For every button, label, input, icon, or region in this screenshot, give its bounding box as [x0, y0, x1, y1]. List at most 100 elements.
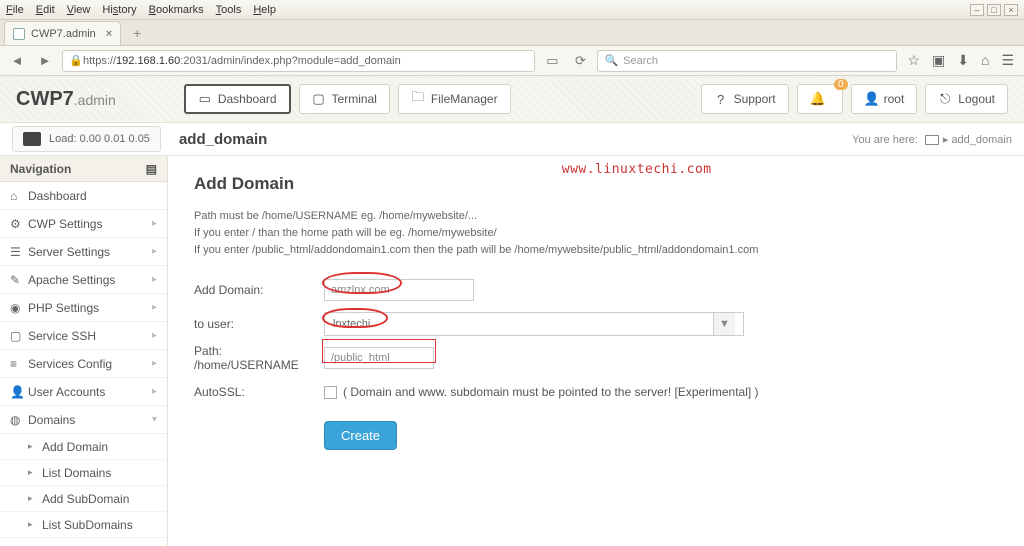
menu-edit[interactable]: Edit [36, 4, 55, 16]
chevron-right-icon: ▸ [152, 218, 157, 229]
user-button[interactable]: 👤root [851, 84, 918, 114]
os-menubar: File Edit View History Bookmarks Tools H… [0, 0, 1024, 20]
user-select-value: lnxtechi [333, 318, 370, 330]
subnav-list-subdomains[interactable]: ▸List SubDomains [0, 512, 167, 538]
bookmark-star-icon[interactable]: ☆ [907, 52, 920, 69]
content-title: Add Domain [194, 174, 998, 194]
menu-tools[interactable]: Tools [216, 4, 242, 16]
logout-icon: ⎋ [938, 91, 952, 107]
nav-services-config[interactable]: ≡Services Config▸ [0, 350, 167, 378]
nav-user-accounts[interactable]: 👤User Accounts▸ [0, 378, 167, 406]
globe-icon: ◍ [10, 413, 28, 427]
label-path: Path: /home/USERNAME [194, 344, 324, 372]
brand-logo[interactable]: CWP7.admin [16, 88, 116, 111]
chevron-down-icon: ▾ [152, 414, 157, 425]
user-icon: 👤 [10, 385, 28, 399]
label-to-user: to user: [194, 317, 324, 331]
support-button[interactable]: ?Support [701, 84, 789, 114]
user-select[interactable]: lnxtechi ▼ [324, 312, 744, 336]
browser-toolbar: ◄ ► 🔒 https:// 192.168.1.60 :2031/admin/… [0, 46, 1024, 76]
sliders-icon: ≡ [10, 357, 28, 371]
reader-icon[interactable]: ▭ [541, 50, 563, 72]
browser-search[interactable]: 🔍 Search [597, 50, 897, 72]
create-button[interactable]: Create [324, 421, 397, 450]
chevron-right-icon: ▸ [152, 302, 157, 313]
home-icon[interactable]: ⌂ [981, 52, 989, 69]
subnav-add-domain[interactable]: ▸Add Domain [0, 434, 167, 460]
menu-view[interactable]: View [67, 4, 91, 16]
browser-tab[interactable]: CWP7.admin × [4, 21, 121, 45]
autossl-checkbox[interactable] [324, 386, 337, 399]
notification-count: 0 [834, 79, 848, 90]
disk-icon [23, 132, 41, 146]
domain-input[interactable] [324, 279, 474, 301]
php-icon: ◉ [10, 301, 28, 315]
label-add-domain: Add Domain: [194, 283, 324, 297]
nav-server-settings[interactable]: ☰Server Settings▸ [0, 238, 167, 266]
app-page: CWP7.admin ▭Dashboard ▢Terminal 🗀FileMan… [0, 76, 1024, 546]
breadcrumb: You are here: ▸ add_domain [852, 133, 1012, 146]
user-icon: 👤 [864, 91, 878, 107]
label-autossl: AutoSSL: [194, 385, 324, 399]
load-indicator: Load: 0.00 0.01 0.05 [12, 126, 161, 152]
hamburger-icon[interactable]: ☰ [1001, 52, 1014, 69]
nav-cwp-settings[interactable]: ⚙CWP Settings▸ [0, 210, 167, 238]
tab-title: CWP7.admin [31, 28, 96, 40]
pocket-icon[interactable]: ▣ [932, 52, 945, 69]
watermark-text: www.linuxtechi.com [562, 162, 712, 177]
nav-php-settings[interactable]: ◉PHP Settings▸ [0, 294, 167, 322]
page-title: add_domain [179, 131, 267, 148]
new-tab-button[interactable]: + [125, 25, 149, 45]
autossl-note: ( Domain and www. subdomain must be poin… [343, 385, 759, 399]
dashboard-icon: ▭ [198, 91, 212, 107]
chevron-right-icon: ▸ [152, 386, 157, 397]
terminal-icon: ▢ [312, 91, 326, 107]
nav-ssh[interactable]: ▢Service SSH▸ [0, 322, 167, 350]
terminal-button[interactable]: ▢Terminal [299, 84, 390, 114]
dashboard-button[interactable]: ▭Dashboard [184, 84, 291, 114]
forward-button[interactable]: ► [34, 50, 56, 72]
search-placeholder: Search [623, 55, 658, 67]
window-controls[interactable]: –□× [967, 4, 1018, 16]
url-bar[interactable]: 🔒 https:// 192.168.1.60 :2031/admin/inde… [62, 50, 535, 72]
monitor-icon [925, 135, 939, 145]
downloads-icon[interactable]: ⬇ [957, 52, 969, 69]
nav-header: Navigation▤ [0, 156, 167, 182]
lock-icon: 🔒 [69, 54, 83, 67]
breadcrumb-link[interactable]: add_domain [951, 134, 1012, 146]
nav-apache-settings[interactable]: ✎Apache Settings▸ [0, 266, 167, 294]
chevron-right-icon: ▸ [152, 246, 157, 257]
notifications-button[interactable]: 🔔0 [797, 84, 843, 114]
help-text: Path must be /home/USERNAME eg. /home/my… [194, 208, 998, 259]
menu-bookmarks[interactable]: Bookmarks [149, 4, 204, 16]
subnav-add-subdomain[interactable]: ▸Add SubDomain [0, 486, 167, 512]
tab-close-icon[interactable]: × [106, 28, 112, 40]
chevron-right-icon: ▸ [152, 358, 157, 369]
nav-dashboard[interactable]: ⌂Dashboard [0, 182, 167, 210]
url-rest: :2031/admin/index.php?module=add_domain [180, 55, 400, 67]
path-input[interactable] [324, 347, 434, 369]
logout-button[interactable]: ⎋Logout [925, 84, 1008, 114]
subnav-list-domains[interactable]: ▸List Domains [0, 460, 167, 486]
favicon-icon [13, 28, 25, 40]
back-button[interactable]: ◄ [6, 50, 28, 72]
filemanager-button[interactable]: 🗀FileManager [398, 84, 511, 114]
cogs-icon: ⚙ [10, 217, 28, 231]
menu-file[interactable]: File [6, 4, 24, 16]
menu-help[interactable]: Help [253, 4, 276, 16]
chevron-right-icon: ▸ [152, 274, 157, 285]
terminal-icon: ▢ [10, 329, 28, 343]
question-icon: ? [714, 92, 728, 107]
collapse-icon[interactable]: ▤ [146, 162, 157, 176]
reload-button[interactable]: ⟳ [569, 50, 591, 72]
home-icon: ⌂ [10, 189, 28, 203]
breadcrumb-bar: Load: 0.00 0.01 0.05 add_domain You are … [0, 122, 1024, 156]
bell-icon: 🔔 [810, 91, 824, 107]
url-scheme: https:// [83, 55, 116, 67]
search-icon: 🔍 [604, 54, 618, 67]
nav-domains[interactable]: ◍Domains▾ [0, 406, 167, 434]
chevron-right-icon: ▸ [152, 330, 157, 341]
menu-history[interactable]: History [102, 4, 136, 16]
server-icon: ☰ [10, 245, 28, 259]
url-host: 192.168.1.60 [116, 55, 180, 67]
